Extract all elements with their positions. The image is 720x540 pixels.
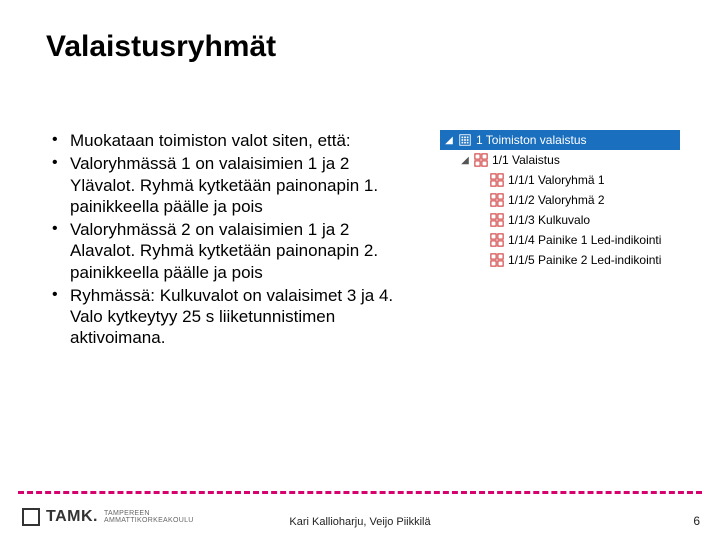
tree-label: 1/1/1 Valoryhmä 1 — [508, 173, 605, 187]
group-icon — [474, 153, 488, 167]
tree-label: 1/1/2 Valoryhmä 2 — [508, 193, 605, 207]
tree-label: 1 Toimiston valaistus — [476, 133, 587, 147]
tree-label: 1/1/5 Painike 2 Led-indikointi — [508, 253, 661, 267]
tree-item[interactable]: 1/1/3 Kulkuvalo — [440, 210, 680, 230]
tree-panel: ◢ 1 Toimiston valaistus ◢ 1/1 Valaistus — [440, 130, 680, 270]
slide-title: Valaistusryhmät — [46, 30, 276, 64]
tree-item[interactable]: 1/1/5 Painike 2 Led-indikointi — [440, 250, 680, 270]
group-icon — [490, 213, 504, 227]
body-text: Muokataan toimiston valot siten, että: V… — [46, 130, 416, 351]
tree-label: 1/1/4 Painike 1 Led-indikointi — [508, 233, 661, 247]
page-number: 6 — [693, 514, 700, 528]
tree-item[interactable]: 1/1/1 Valoryhmä 1 — [440, 170, 680, 190]
tree-label: 1/1 Valaistus — [492, 153, 560, 167]
tree-group[interactable]: ◢ 1/1 Valaistus — [440, 150, 680, 170]
collapse-arrow-icon[interactable]: ◢ — [444, 135, 454, 146]
slide: Valaistusryhmät Muokataan toimiston valo… — [0, 0, 720, 540]
group-icon — [490, 193, 504, 207]
group-icon — [490, 173, 504, 187]
authors: Kari Kallioharju, Veijo Piikkilä — [0, 516, 720, 528]
group-icon — [490, 233, 504, 247]
bullet-item: Valoryhmässä 1 on valaisimien 1 ja 2 Ylä… — [46, 153, 416, 217]
footer: TAMK. TAMPEREEN AMMATTIKORKEAKOULU Kari … — [0, 496, 720, 540]
tree-root[interactable]: ◢ 1 Toimiston valaistus — [440, 130, 680, 150]
divider-line — [18, 491, 702, 494]
tree-item[interactable]: 1/1/2 Valoryhmä 2 — [440, 190, 680, 210]
bullet-item: Ryhmässä: Kulkuvalot on valaisimet 3 ja … — [46, 285, 416, 349]
building-icon — [458, 133, 472, 147]
tree-item[interactable]: 1/1/4 Painike 1 Led-indikointi — [440, 230, 680, 250]
bullet-item: Muokataan toimiston valot siten, että: — [46, 130, 416, 151]
collapse-arrow-icon[interactable]: ◢ — [460, 155, 470, 166]
bullet-item: Valoryhmässä 2 on valaisimien 1 ja 2 Ala… — [46, 219, 416, 283]
group-icon — [490, 253, 504, 267]
tree-label: 1/1/3 Kulkuvalo — [508, 213, 590, 227]
